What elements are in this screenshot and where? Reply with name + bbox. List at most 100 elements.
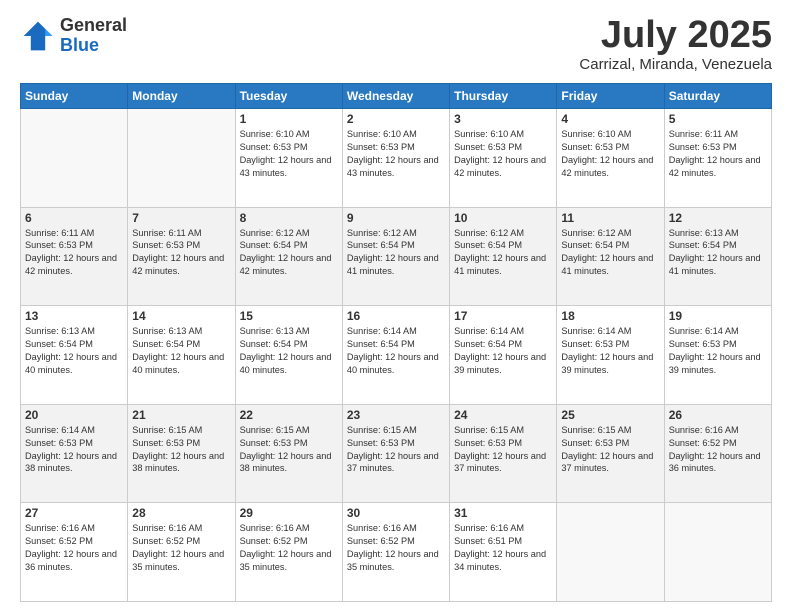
cell-info: Sunrise: 6:16 AMSunset: 6:52 PMDaylight:… — [25, 522, 123, 574]
cell-info: Sunrise: 6:15 AMSunset: 6:53 PMDaylight:… — [347, 424, 445, 476]
calendar-cell: 31 Sunrise: 6:16 AMSunset: 6:51 PMDayligh… — [450, 503, 557, 602]
calendar-cell: 8 Sunrise: 6:12 AMSunset: 6:54 PMDaylight… — [235, 207, 342, 306]
calendar-cell: 21 Sunrise: 6:15 AMSunset: 6:53 PMDayligh… — [128, 404, 235, 503]
calendar-cell: 5Sunrise: 6:11 AMSunset: 6:53 PMDaylight… — [664, 109, 771, 208]
calendar-cell: 3 Sunrise: 6:10 AMSunset: 6:53 PMDaylight… — [450, 109, 557, 208]
calendar-cell: 20Sunrise: 6:14 AMSunset: 6:53 PMDayligh… — [21, 404, 128, 503]
calendar-cell: 19 Sunrise: 6:14 AMSunset: 6:53 PMDayligh… — [664, 306, 771, 405]
logo-general-text: General — [60, 16, 127, 36]
day-number: 6 — [25, 211, 123, 225]
logo: General Blue — [20, 16, 127, 56]
calendar-cell: 17Sunrise: 6:14 AMSunset: 6:54 PMDayligh… — [450, 306, 557, 405]
cell-info: Sunrise: 6:16 AMSunset: 6:52 PMDaylight:… — [132, 522, 230, 574]
cell-info: Sunrise: 6:12 AMSunset: 6:54 PMDaylight:… — [454, 227, 552, 279]
col-wednesday: Wednesday — [342, 84, 449, 109]
day-number: 12 — [669, 211, 767, 225]
day-number: 15 — [240, 309, 338, 323]
cell-info: Sunrise: 6:13 AMSunset: 6:54 PMDaylight:… — [669, 227, 767, 279]
calendar-cell: 12 Sunrise: 6:13 AMSunset: 6:54 PMDayligh… — [664, 207, 771, 306]
calendar-cell: 18Sunrise: 6:14 AMSunset: 6:53 PMDayligh… — [557, 306, 664, 405]
calendar-week-1: 1 Sunrise: 6:10 AMSunset: 6:53 PMDaylight… — [21, 109, 772, 208]
calendar-cell: 27Sunrise: 6:16 AMSunset: 6:52 PMDayligh… — [21, 503, 128, 602]
day-number: 14 — [132, 309, 230, 323]
day-number: 5 — [669, 112, 767, 126]
day-number: 26 — [669, 408, 767, 422]
col-tuesday: Tuesday — [235, 84, 342, 109]
day-number: 19 — [669, 309, 767, 323]
calendar-week-2: 6 Sunrise: 6:11 AMSunset: 6:53 PMDaylight… — [21, 207, 772, 306]
cell-info: Sunrise: 6:15 AMSunset: 6:53 PMDaylight:… — [454, 424, 552, 476]
day-number: 25 — [561, 408, 659, 422]
logo-icon — [20, 18, 56, 54]
day-number: 4 — [561, 112, 659, 126]
header: General Blue July 2025 Carrizal, Miranda… — [20, 16, 772, 73]
calendar-cell: 15 Sunrise: 6:13 AMSunset: 6:54 PMDayligh… — [235, 306, 342, 405]
day-number: 1 — [240, 112, 338, 126]
cell-info: Sunrise: 6:14 AMSunset: 6:54 PMDaylight:… — [347, 325, 445, 377]
calendar-cell — [128, 109, 235, 208]
day-number: 21 — [132, 408, 230, 422]
calendar-cell: 10 Sunrise: 6:12 AMSunset: 6:54 PMDayligh… — [450, 207, 557, 306]
title-area: July 2025 Carrizal, Miranda, Venezuela — [579, 16, 772, 73]
day-number: 24 — [454, 408, 552, 422]
day-number: 2 — [347, 112, 445, 126]
cell-info: Sunrise: 6:12 AMSunset: 6:54 PMDaylight:… — [240, 227, 338, 279]
calendar-cell: 7Sunrise: 6:11 AMSunset: 6:53 PMDaylight… — [128, 207, 235, 306]
day-number: 17 — [454, 309, 552, 323]
calendar-cell — [557, 503, 664, 602]
calendar-cell: 4 Sunrise: 6:10 AMSunset: 6:53 PMDaylight… — [557, 109, 664, 208]
calendar-cell: 2 Sunrise: 6:10 AMSunset: 6:53 PMDaylight… — [342, 109, 449, 208]
calendar-cell: 6 Sunrise: 6:11 AMSunset: 6:53 PMDaylight… — [21, 207, 128, 306]
calendar-cell: 1 Sunrise: 6:10 AMSunset: 6:53 PMDaylight… — [235, 109, 342, 208]
day-number: 30 — [347, 506, 445, 520]
day-number: 28 — [132, 506, 230, 520]
col-monday: Monday — [128, 84, 235, 109]
day-number: 9 — [347, 211, 445, 225]
calendar-cell: 23 Sunrise: 6:15 AMSunset: 6:53 PMDayligh… — [342, 404, 449, 503]
calendar-cell: 28 Sunrise: 6:16 AMSunset: 6:52 PMDayligh… — [128, 503, 235, 602]
calendar-cell: 26Sunrise: 6:16 AMSunset: 6:52 PMDayligh… — [664, 404, 771, 503]
col-friday: Friday — [557, 84, 664, 109]
cell-info: Sunrise: 6:13 AMSunset: 6:54 PMDaylight:… — [25, 325, 123, 377]
calendar-cell: 16 Sunrise: 6:14 AMSunset: 6:54 PMDayligh… — [342, 306, 449, 405]
day-number: 23 — [347, 408, 445, 422]
cell-info: Sunrise: 6:10 AMSunset: 6:53 PMDaylight:… — [240, 128, 338, 180]
calendar-week-3: 13 Sunrise: 6:13 AMSunset: 6:54 PMDayligh… — [21, 306, 772, 405]
calendar-week-4: 20Sunrise: 6:14 AMSunset: 6:53 PMDayligh… — [21, 404, 772, 503]
cell-info: Sunrise: 6:12 AMSunset: 6:54 PMDaylight:… — [561, 227, 659, 279]
cell-info: Sunrise: 6:14 AMSunset: 6:53 PMDaylight:… — [561, 325, 659, 377]
calendar-table: Sunday Monday Tuesday Wednesday Thursday… — [20, 83, 772, 602]
logo-text: General Blue — [60, 16, 127, 56]
cell-info: Sunrise: 6:10 AMSunset: 6:53 PMDaylight:… — [347, 128, 445, 180]
day-number: 10 — [454, 211, 552, 225]
calendar-cell: 9 Sunrise: 6:12 AMSunset: 6:54 PMDaylight… — [342, 207, 449, 306]
day-number: 31 — [454, 506, 552, 520]
cell-info: Sunrise: 6:16 AMSunset: 6:52 PMDaylight:… — [240, 522, 338, 574]
header-row: Sunday Monday Tuesday Wednesday Thursday… — [21, 84, 772, 109]
col-saturday: Saturday — [664, 84, 771, 109]
calendar-cell — [664, 503, 771, 602]
cell-info: Sunrise: 6:15 AMSunset: 6:53 PMDaylight:… — [561, 424, 659, 476]
day-number: 13 — [25, 309, 123, 323]
cell-info: Sunrise: 6:10 AMSunset: 6:53 PMDaylight:… — [561, 128, 659, 180]
calendar-cell: 30 Sunrise: 6:16 AMSunset: 6:52 PMDayligh… — [342, 503, 449, 602]
day-number: 3 — [454, 112, 552, 126]
cell-info: Sunrise: 6:16 AMSunset: 6:51 PMDaylight:… — [454, 522, 552, 574]
calendar-cell: 29Sunrise: 6:16 AMSunset: 6:52 PMDayligh… — [235, 503, 342, 602]
calendar-cell: 13 Sunrise: 6:13 AMSunset: 6:54 PMDayligh… — [21, 306, 128, 405]
cell-info: Sunrise: 6:10 AMSunset: 6:53 PMDaylight:… — [454, 128, 552, 180]
day-number: 8 — [240, 211, 338, 225]
cell-info: Sunrise: 6:13 AMSunset: 6:54 PMDaylight:… — [240, 325, 338, 377]
logo-blue-text: Blue — [60, 36, 127, 56]
calendar-cell: 11Sunrise: 6:12 AMSunset: 6:54 PMDayligh… — [557, 207, 664, 306]
day-number: 20 — [25, 408, 123, 422]
cell-info: Sunrise: 6:14 AMSunset: 6:53 PMDaylight:… — [669, 325, 767, 377]
cell-info: Sunrise: 6:12 AMSunset: 6:54 PMDaylight:… — [347, 227, 445, 279]
day-number: 16 — [347, 309, 445, 323]
cell-info: Sunrise: 6:16 AMSunset: 6:52 PMDaylight:… — [347, 522, 445, 574]
cell-info: Sunrise: 6:15 AMSunset: 6:53 PMDaylight:… — [240, 424, 338, 476]
calendar-week-5: 27Sunrise: 6:16 AMSunset: 6:52 PMDayligh… — [21, 503, 772, 602]
cell-info: Sunrise: 6:11 AMSunset: 6:53 PMDaylight:… — [25, 227, 123, 279]
calendar-cell: 22Sunrise: 6:15 AMSunset: 6:53 PMDayligh… — [235, 404, 342, 503]
cell-info: Sunrise: 6:15 AMSunset: 6:53 PMDaylight:… — [132, 424, 230, 476]
